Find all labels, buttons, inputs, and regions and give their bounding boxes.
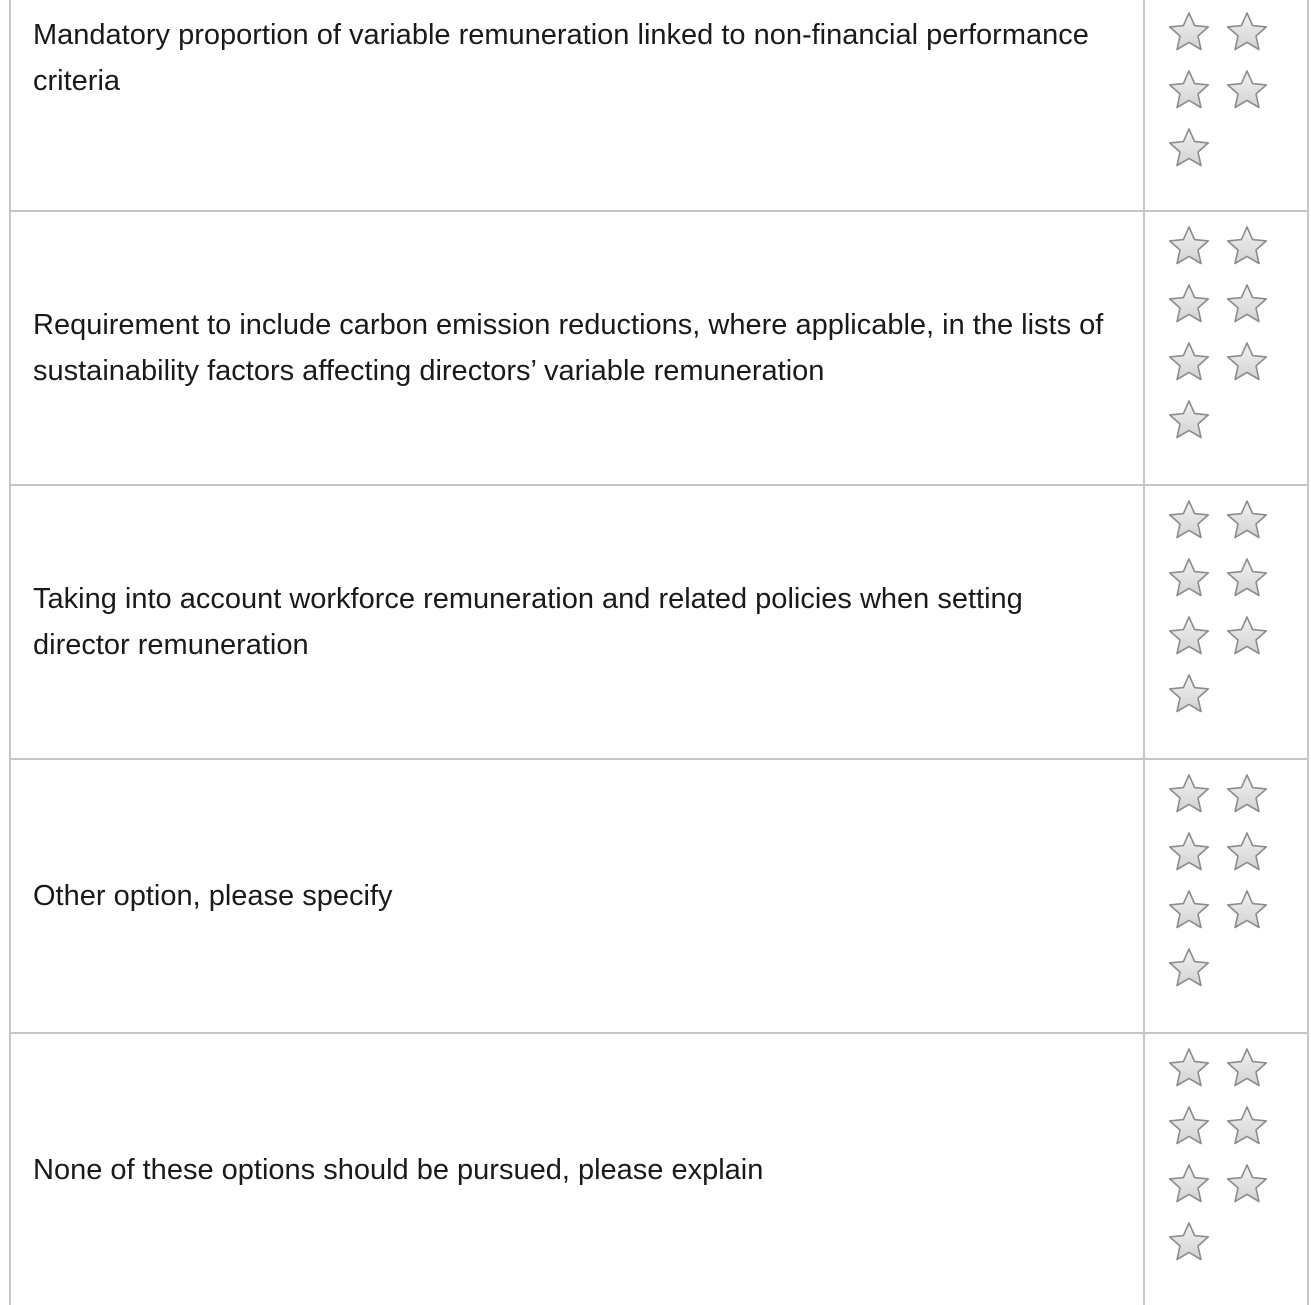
star-icon[interactable]: [1167, 1162, 1225, 1220]
star-icon[interactable]: [1167, 282, 1225, 340]
star-icon[interactable]: [1225, 1104, 1283, 1162]
table-row: Other option, please specify: [9, 760, 1309, 1034]
star-icon[interactable]: [1167, 68, 1225, 126]
star-icon[interactable]: [1225, 772, 1283, 830]
option-label: Taking into account workforce remunerati…: [11, 486, 1145, 758]
star-icon[interactable]: [1225, 224, 1283, 282]
star-icon[interactable]: [1167, 556, 1225, 614]
star-rating[interactable]: [1145, 212, 1307, 484]
star-icon[interactable]: [1167, 224, 1225, 282]
table-row: Taking into account workforce remunerati…: [9, 486, 1309, 760]
star-icon[interactable]: [1225, 614, 1283, 672]
star-icon[interactable]: [1167, 1104, 1225, 1162]
option-label: Mandatory proportion of variable remuner…: [11, 0, 1145, 210]
star-rating[interactable]: [1145, 760, 1307, 1032]
star-rating[interactable]: [1145, 486, 1307, 758]
star-icon[interactable]: [1167, 672, 1225, 730]
star-icon[interactable]: [1167, 10, 1225, 68]
star-icon[interactable]: [1167, 1046, 1225, 1104]
option-label: Other option, please specify: [11, 760, 1145, 1032]
star-icon[interactable]: [1167, 498, 1225, 556]
star-icon[interactable]: [1225, 888, 1283, 946]
table-row: None of these options should be pursued,…: [9, 1034, 1309, 1305]
star-icon[interactable]: [1167, 398, 1225, 456]
table-row: Mandatory proportion of variable remuner…: [9, 0, 1309, 212]
option-label: None of these options should be pursued,…: [11, 1034, 1145, 1305]
star-icon[interactable]: [1225, 68, 1283, 126]
star-icon[interactable]: [1225, 1162, 1283, 1220]
star-icon[interactable]: [1167, 126, 1225, 184]
star-icon[interactable]: [1167, 888, 1225, 946]
star-icon[interactable]: [1225, 830, 1283, 888]
star-icon[interactable]: [1167, 614, 1225, 672]
star-icon[interactable]: [1225, 556, 1283, 614]
star-icon[interactable]: [1167, 772, 1225, 830]
star-icon[interactable]: [1225, 10, 1283, 68]
option-label: Requirement to include carbon emission r…: [11, 212, 1145, 484]
star-icon[interactable]: [1167, 1220, 1225, 1278]
star-icon[interactable]: [1225, 498, 1283, 556]
table-row: Requirement to include carbon emission r…: [9, 212, 1309, 486]
star-rating[interactable]: [1145, 1034, 1307, 1305]
star-icon[interactable]: [1167, 830, 1225, 888]
star-icon[interactable]: [1167, 946, 1225, 1004]
star-icon[interactable]: [1167, 340, 1225, 398]
star-rating[interactable]: [1145, 0, 1307, 210]
star-icon[interactable]: [1225, 282, 1283, 340]
star-icon[interactable]: [1225, 1046, 1283, 1104]
star-icon[interactable]: [1225, 340, 1283, 398]
rating-table: Mandatory proportion of variable remuner…: [9, 0, 1309, 1305]
